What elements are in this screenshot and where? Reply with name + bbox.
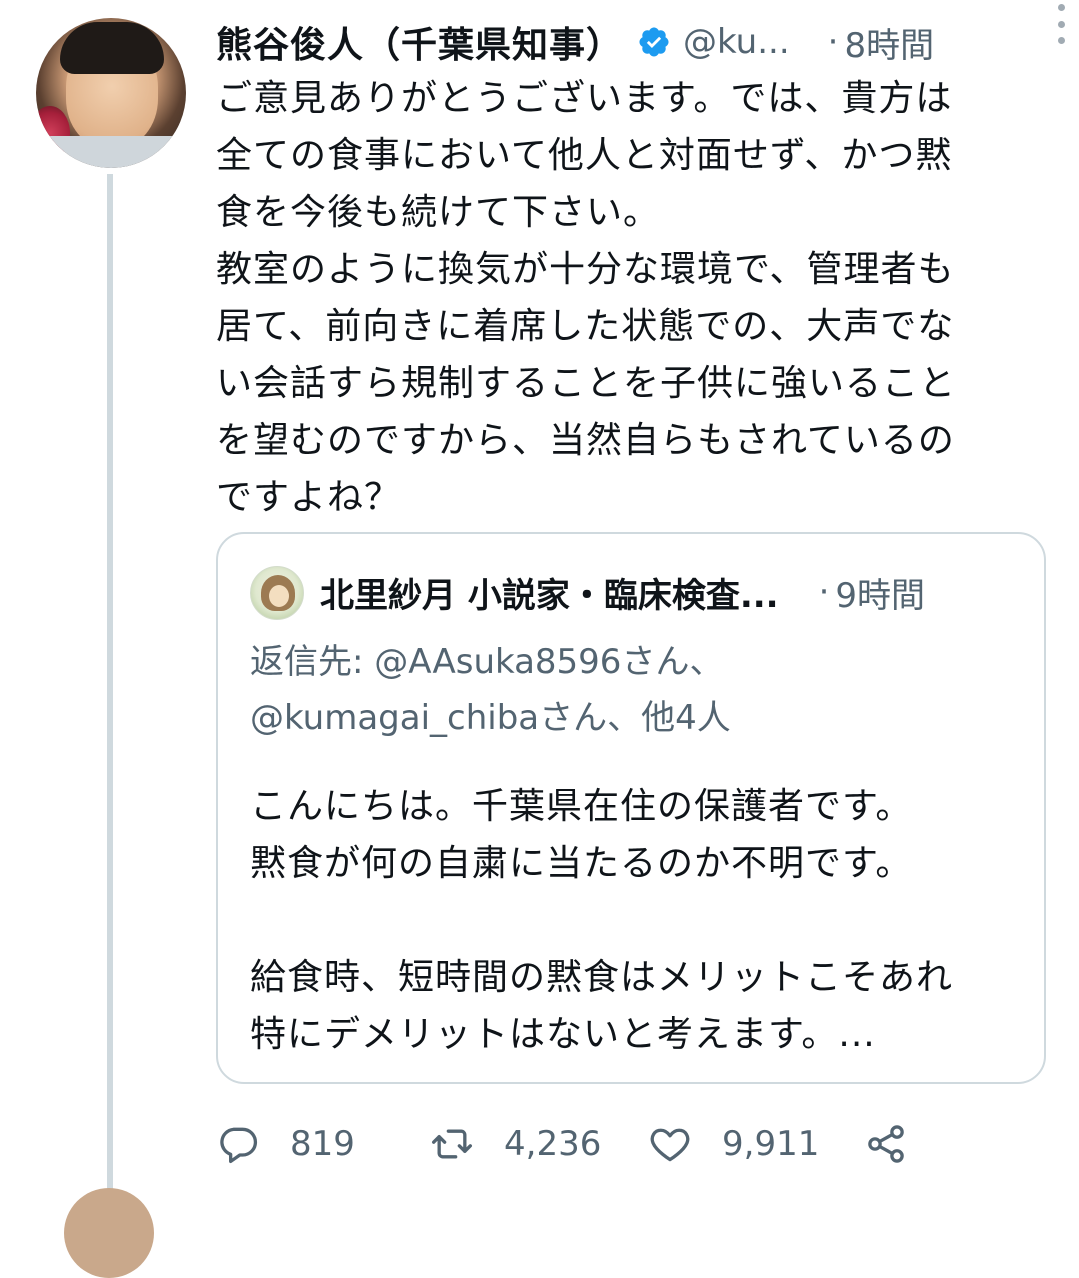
verified-badge-icon (639, 27, 669, 57)
quoted-text-line (250, 892, 953, 949)
more-icon[interactable] (1051, 4, 1071, 44)
share-button[interactable] (864, 1112, 908, 1176)
quoted-tweet-time[interactable]: 9時間 (835, 568, 925, 617)
quoted-text-line: こんにちは。千葉県在住の保護者です。 (250, 786, 913, 827)
reply-to-line: 返信先: @AAsuka8596さん、 (250, 642, 724, 682)
tweet-text-line: を望むのですから、当然自らもされているの (216, 420, 955, 461)
quoted-text-line: 給食時、短時間の黙食はメリットこそあれ (250, 957, 954, 998)
tweet-text-line: 食を今後も続けて下さい。 (216, 192, 661, 233)
tweet-actions: 819 4,236 9,911 (216, 1112, 936, 1176)
tweet-time[interactable]: 8時間 (844, 18, 934, 67)
tweet-text-line: い会話すら規制することを子供に強いること (216, 363, 957, 404)
tweet-text-line: ですよね？ (216, 477, 402, 518)
reply-to-line: @kumagai_chibaさん、他4人 (250, 698, 731, 738)
quoted-text-line: 黙食が何の自粛に当たるのか不明です。 (250, 843, 913, 884)
quoted-tweet-header: 北里紗月 小説家・臨床検査... · 9時間 (320, 564, 1020, 620)
tweet-text-line: ご意見ありがとうございます。では、貴方は (216, 78, 953, 119)
tweet-text-line: 全ての食事において他人と対面せず、かつ黙 (216, 135, 953, 176)
time-separator: · (827, 22, 839, 62)
retweet-button[interactable]: 4,236 (430, 1112, 601, 1176)
quoted-time-separator: · (818, 572, 830, 612)
like-count: 9,911 (722, 1124, 820, 1164)
quoted-reply-to: 返信先: @AAsuka8596さん、 @kumagai_chibaさん、他4人 (250, 634, 731, 746)
tweet-text-line: 居て、前向きに着席した状態での、大声でな (216, 306, 955, 347)
reply-icon (220, 1127, 258, 1164)
author-avatar[interactable] (36, 18, 186, 168)
share-icon (868, 1125, 904, 1163)
quoted-text-line: 特にデメリットはないと考えます。... (250, 1014, 876, 1055)
author-handle[interactable]: @ku... (683, 22, 790, 62)
tweet-header: 熊谷俊人（千葉県知事） @ku... · 8時間 (216, 16, 1046, 68)
author-name[interactable]: 熊谷俊人（千葉県知事） (216, 16, 623, 68)
quoted-tweet-card[interactable]: 北里紗月 小説家・臨床検査... · 9時間 返信先: @AAsuka8596さ… (216, 532, 1046, 1084)
reply-button[interactable]: 819 (216, 1112, 355, 1176)
tweet-text-line: 教室のように換気が十分な環境で、管理者も (216, 249, 955, 290)
like-icon (650, 1128, 690, 1162)
tweet-text: ご意見ありがとうございます。では、貴方は 全ての食事において他人と対面せず、かつ… (216, 70, 1026, 526)
retweet-icon (432, 1129, 472, 1159)
quoted-tweet-text: こんにちは。千葉県在住の保護者です。 黙食が何の自粛に当たるのか不明です。 給食… (250, 778, 953, 1063)
quoted-author-name[interactable]: 北里紗月 小説家・臨床検査... (320, 568, 779, 617)
like-button[interactable]: 9,911 (648, 1112, 819, 1176)
thread-line (107, 174, 113, 1198)
retweet-count: 4,236 (504, 1124, 602, 1164)
quoted-author-avatar[interactable] (250, 566, 304, 620)
reply-count: 819 (290, 1124, 355, 1164)
next-reply-avatar[interactable] (64, 1188, 154, 1278)
